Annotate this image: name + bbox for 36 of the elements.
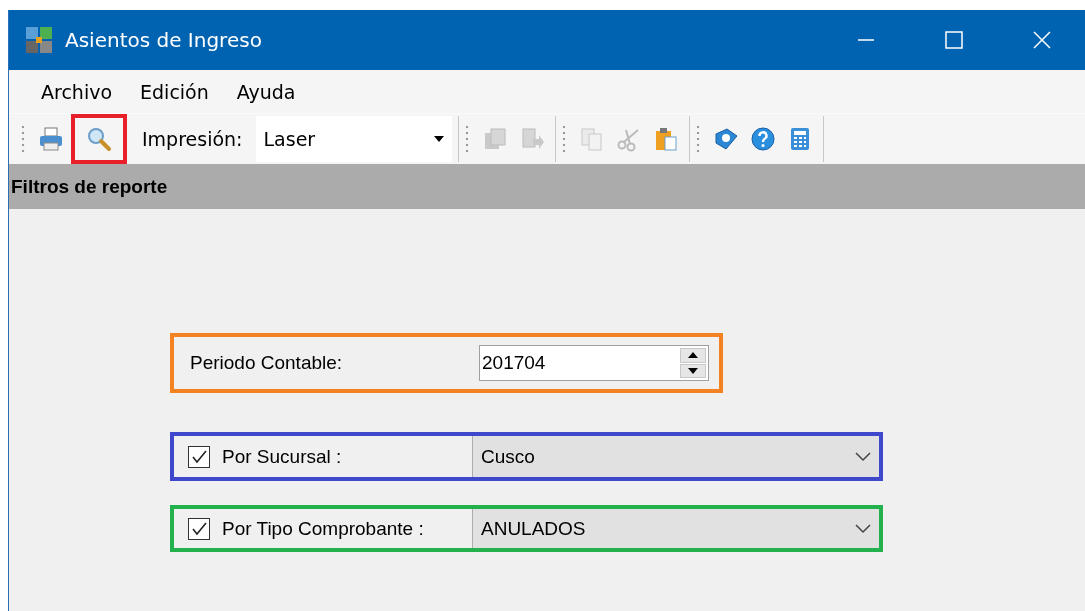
window-title: Asientos de Ingreso — [65, 28, 263, 52]
chevron-down-icon — [855, 523, 871, 534]
dropdown-arrow-icon — [433, 136, 444, 142]
filter-combo[interactable]: Cusco — [472, 436, 879, 477]
menu-item[interactable]: Ayuda — [226, 80, 314, 103]
toolbar-grip[interactable] — [21, 124, 25, 154]
filter-label: Por Tipo Comprobante : — [222, 517, 425, 540]
period-input[interactable]: 201704 — [480, 352, 680, 374]
filter-checkbox[interactable] — [188, 445, 210, 468]
highlighted-toolbar-button[interactable] — [71, 114, 127, 164]
menu-item[interactable]: Edición — [130, 80, 227, 103]
menu-item[interactable]: Archivo — [31, 80, 131, 103]
magnifier-icon — [86, 126, 112, 152]
toolbar-grip[interactable] — [464, 124, 469, 154]
field-label: Periodo Contable: — [190, 352, 344, 374]
toolbar-grip[interactable] — [561, 124, 566, 154]
app-icon — [25, 26, 53, 54]
print-label: Impresión: — [142, 128, 243, 150]
toolbar-grip[interactable] — [695, 124, 700, 154]
filter-label: Por Sucursal : — [222, 445, 343, 468]
period-spinner[interactable]: 201704 — [479, 345, 709, 381]
minimize-icon — [858, 39, 874, 41]
spin-down-button[interactable] — [680, 363, 706, 378]
section-title: Filtros de reporte — [11, 175, 168, 198]
help-icon — [749, 126, 776, 152]
close-icon — [1032, 30, 1052, 50]
spin-up-button[interactable] — [680, 348, 706, 363]
filter-combo[interactable]: ANULADOS — [472, 509, 879, 548]
printer-icon — [38, 126, 64, 152]
print-combo[interactable]: Laser — [255, 116, 452, 162]
filter-checkbox[interactable] — [188, 517, 210, 540]
down-arrow-icon — [688, 367, 698, 374]
copy-icon — [578, 126, 605, 152]
maximize-icon — [944, 30, 964, 50]
chevron-down-icon — [855, 451, 871, 462]
up-arrow-icon — [688, 352, 698, 359]
